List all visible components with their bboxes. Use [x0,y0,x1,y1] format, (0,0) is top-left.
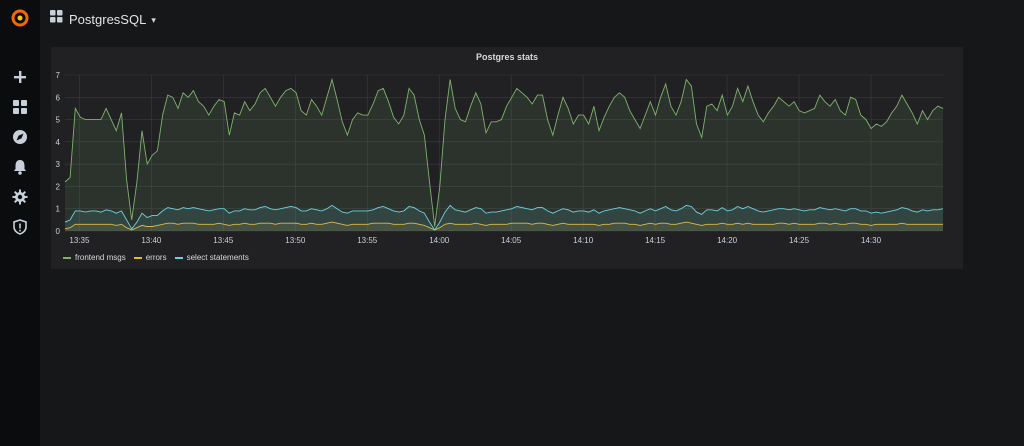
x-tick-label: 13:45 [213,236,234,245]
y-tick-label: 3 [56,160,61,169]
x-tick-label: 13:50 [285,236,306,245]
dashboard-picker[interactable]: PostgresSQL ▾ [50,10,156,28]
x-tick-label: 13:40 [141,236,162,245]
legend-label[interactable]: select statements [187,253,249,262]
gear-icon[interactable] [6,185,34,209]
y-tick-label: 0 [56,227,61,236]
chevron-down-icon[interactable]: ▾ [151,15,156,26]
legend-swatch [133,256,142,259]
x-tick-label: 14:10 [573,236,594,245]
legend-item[interactable]: frontend msgs [63,253,126,262]
legend-item[interactable]: select statements [174,253,249,262]
plus-icon[interactable] [6,65,34,89]
dashboard-grid-icon [50,10,63,28]
sidebar [0,0,40,446]
y-tick-label: 2 [56,182,61,191]
x-tick-label: 14:05 [501,236,522,245]
legend-item[interactable]: errors [133,253,167,262]
topbar: PostgresSQL ▾ [40,0,1024,38]
bell-icon[interactable] [6,155,34,179]
dashboards-icon[interactable] [6,95,34,119]
compass-icon[interactable] [6,125,34,149]
x-tick-label: 14:25 [789,236,810,245]
legend-swatch [63,256,71,259]
y-tick-label: 4 [56,138,61,147]
graph-panel: Postgres stats 0 1 2 3 4 5 6 7 13:35 13:40 13:45 13… [51,47,963,269]
x-tick-label: 14:20 [717,236,738,245]
x-tick-label: 13:35 [69,236,90,245]
legend-label[interactable]: frontend msgs [75,253,126,262]
y-tick-label: 1 [56,205,61,214]
legend-label[interactable]: errors [146,253,167,262]
legend-swatch [174,256,183,259]
shield-icon[interactable] [6,215,34,239]
x-tick-label: 13:55 [357,236,378,245]
x-tick-label: 14:30 [861,236,882,245]
legend: frontend msgs errors select statements [63,253,257,262]
y-tick-label: 6 [56,93,61,102]
grafana-logo-icon[interactable] [6,6,34,30]
y-tick-label: 7 [56,71,61,80]
y-tick-label: 5 [56,116,61,125]
dashboard-title[interactable]: PostgresSQL [69,12,146,27]
x-tick-label: 14:00 [429,236,450,245]
graph-chart[interactable]: 0 1 2 3 4 5 6 7 13:35 13:40 13:45 13:50 13:55 14:00 14… [51,47,963,247]
x-tick-label: 14:15 [645,236,666,245]
